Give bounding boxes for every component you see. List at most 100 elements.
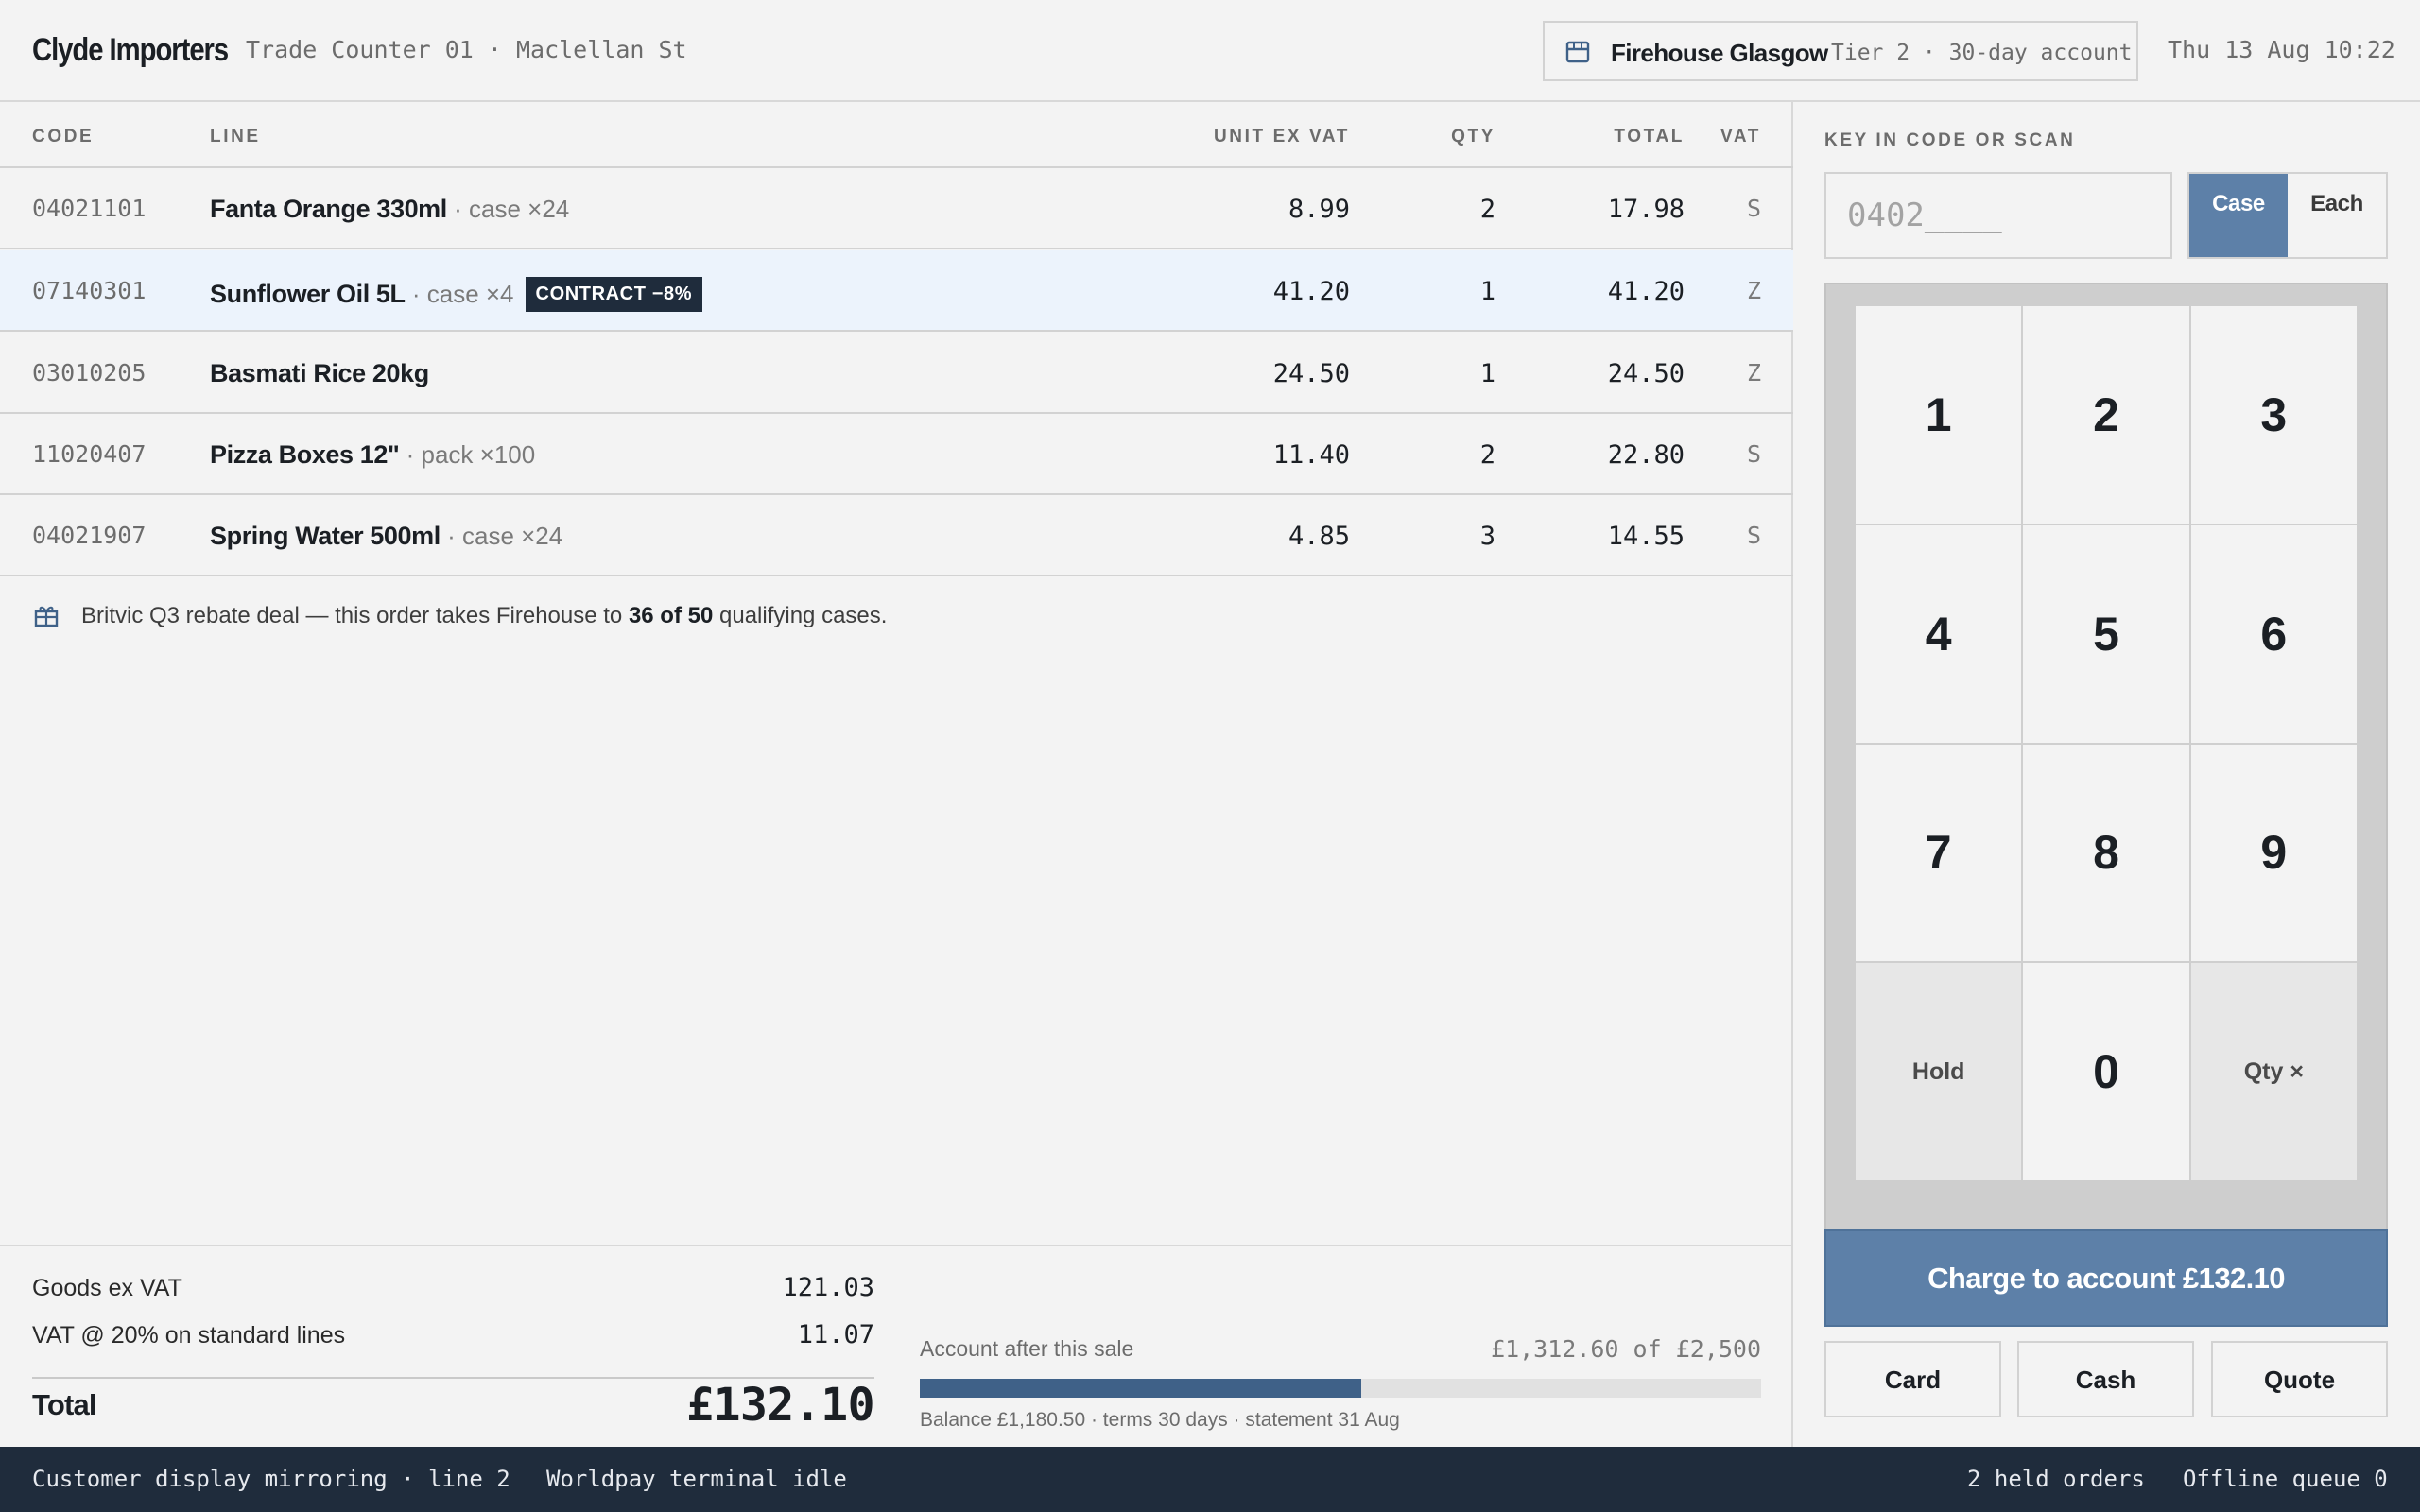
row-unit-price: 41.20 (1272, 277, 1350, 306)
row-total: 41.20 (1607, 277, 1685, 306)
row-code: 11020407 (32, 440, 147, 468)
brand-name: Clyde Importers (32, 32, 229, 68)
goods-value: 121.03 (782, 1273, 874, 1302)
row-total: 14.55 (1607, 522, 1685, 551)
row-qty: 1 (1479, 277, 1495, 306)
key-3[interactable]: 3 (2190, 306, 2357, 524)
col-total: TOTAL (1614, 127, 1685, 146)
entry-panel: KEY IN CODE OR SCAN Case Each 1 2 3 4 5 … (1795, 102, 2420, 1447)
col-code: CODE (32, 127, 95, 146)
contract-badge: CONTRACT −8% (525, 277, 703, 312)
col-unit: UNIT EX VAT (1213, 127, 1350, 146)
qty-multiply-key[interactable]: Qty × (2190, 963, 2357, 1180)
account-value: £1,312.60 of £2,500 (1491, 1335, 1761, 1363)
row-code: 07140301 (32, 277, 147, 304)
unit-mode-toggle: Case Each (2187, 172, 2388, 259)
hold-key[interactable]: Hold (1856, 963, 2022, 1180)
row-line: Spring Water 500ml · case ×24 (210, 522, 562, 551)
row-vat: Z (1746, 277, 1761, 304)
row-unit-price: 8.99 (1288, 195, 1350, 224)
row-pack: · case ×24 (440, 522, 563, 550)
goods-label: Goods ex VAT (32, 1275, 182, 1301)
table-row[interactable]: 04021101 Fanta Orange 330ml · case ×24 8… (0, 168, 1793, 249)
row-vat: S (1746, 440, 1761, 468)
row-line: Fanta Orange 330ml · case ×24 (210, 195, 569, 224)
row-pack: · case ×4 (405, 280, 514, 308)
row-qty: 1 (1479, 359, 1495, 388)
account-sub: Balance £1,180.50 · terms 30 days · stat… (920, 1409, 1400, 1431)
key-9[interactable]: 9 (2190, 744, 2357, 962)
vat-value: 11.07 (797, 1320, 874, 1349)
row-name: Fanta Orange 330ml (210, 195, 447, 223)
row-total: 17.98 (1607, 195, 1685, 224)
row-unit-price: 24.50 (1272, 359, 1350, 388)
col-qty: QTY (1451, 127, 1495, 146)
counter-location: Trade Counter 01 · Maclellan St (246, 36, 687, 63)
row-name: Pizza Boxes 12" (210, 440, 400, 469)
keypad: 1 2 3 4 5 6 7 8 9 Hold 0 Qty × (1824, 283, 2388, 1307)
row-vat: S (1746, 195, 1761, 222)
offline-queue: Offline queue 0 (2183, 1466, 2388, 1492)
row-name: Basmati Rice 20kg (210, 359, 429, 387)
totals-area: Goods ex VAT 121.03 VAT @ 20% on standar… (0, 1245, 1793, 1447)
notice-text: Britvic Q3 rebate deal — this order take… (81, 603, 887, 629)
row-line: Pizza Boxes 12" · pack ×100 (210, 440, 535, 470)
row-vat: Z (1746, 359, 1761, 387)
key-6[interactable]: 6 (2190, 524, 2357, 743)
notice-bold: 36 of 50 (628, 603, 714, 628)
mode-each-button[interactable]: Each (2288, 174, 2386, 257)
account-usage-fill (920, 1379, 1362, 1398)
row-qty: 2 (1479, 195, 1495, 224)
key-8[interactable]: 8 (2023, 744, 2189, 962)
row-pack: · case ×24 (446, 195, 570, 223)
table-row[interactable]: 04021907 Spring Water 500ml · case ×24 4… (0, 495, 1793, 576)
key-0[interactable]: 0 (2023, 963, 2189, 1180)
account-label: Account after this sale (920, 1336, 1134, 1361)
row-name: Spring Water 500ml (210, 522, 441, 550)
row-qty: 2 (1479, 440, 1495, 470)
vat-label: VAT @ 20% on standard lines (32, 1322, 346, 1349)
key-7[interactable]: 7 (1856, 744, 2022, 962)
cash-button[interactable]: Cash (2017, 1341, 2194, 1418)
row-unit-price: 11.40 (1272, 440, 1350, 470)
table-row[interactable]: 11020407 Pizza Boxes 12" · pack ×100 11.… (0, 414, 1793, 495)
scan-label: KEY IN CODE OR SCAN (1824, 130, 2076, 150)
card-button[interactable]: Card (1824, 1341, 2001, 1418)
held-orders[interactable]: 2 held orders (1967, 1466, 2145, 1492)
row-line: Sunflower Oil 5L · case ×4 CONTRACT −8% (210, 277, 703, 312)
row-code: 03010205 (32, 359, 147, 387)
code-input[interactable] (1824, 172, 2172, 259)
row-total: 22.80 (1607, 440, 1685, 470)
terminal-status: Worldpay terminal idle (546, 1466, 847, 1492)
order-panel: CODE LINE UNIT EX VAT QTY TOTAL VAT 0402… (0, 102, 1793, 1447)
account-usage-bar (920, 1379, 1761, 1398)
table-header: CODE LINE UNIT EX VAT QTY TOTAL VAT (0, 102, 1793, 168)
row-name: Sunflower Oil 5L (210, 280, 406, 308)
status-bar: Customer display mirroring · line 2 Worl… (0, 1447, 2420, 1512)
notice-before: Britvic Q3 rebate deal — this order take… (81, 603, 629, 628)
charge-to-account-button[interactable]: Charge to account £132.10 (1824, 1229, 2388, 1327)
table-row[interactable]: 07140301 Sunflower Oil 5L · case ×4 CONTR… (0, 250, 1793, 332)
customer-selector[interactable]: Firehouse Glasgow Tier 2 · 30-day accoun… (1543, 21, 2138, 81)
row-pack: · pack ×100 (399, 440, 536, 469)
row-qty: 3 (1479, 522, 1495, 551)
key-5[interactable]: 5 (2023, 524, 2189, 743)
row-code: 04021101 (32, 195, 147, 222)
key-1[interactable]: 1 (1856, 306, 2022, 524)
total-value: £132.10 (686, 1379, 874, 1432)
key-4[interactable]: 4 (1856, 524, 2022, 743)
display-status: Customer display mirroring · line 2 (32, 1466, 510, 1492)
col-vat: VAT (1720, 127, 1761, 146)
col-line: LINE (210, 127, 261, 146)
table-row[interactable]: 03010205 Basmati Rice 20kg 24.50 1 24.50… (0, 333, 1793, 414)
total-label: Total (32, 1388, 97, 1421)
store-icon (1565, 41, 1590, 63)
row-code: 04021907 (32, 522, 147, 549)
row-unit-price: 4.85 (1288, 522, 1350, 551)
quote-button[interactable]: Quote (2211, 1341, 2388, 1418)
mode-case-button[interactable]: Case (2189, 174, 2288, 257)
key-2[interactable]: 2 (2023, 306, 2189, 524)
row-total: 24.50 (1607, 359, 1685, 388)
row-vat: S (1746, 522, 1761, 549)
notice-after: qualifying cases. (713, 603, 888, 628)
